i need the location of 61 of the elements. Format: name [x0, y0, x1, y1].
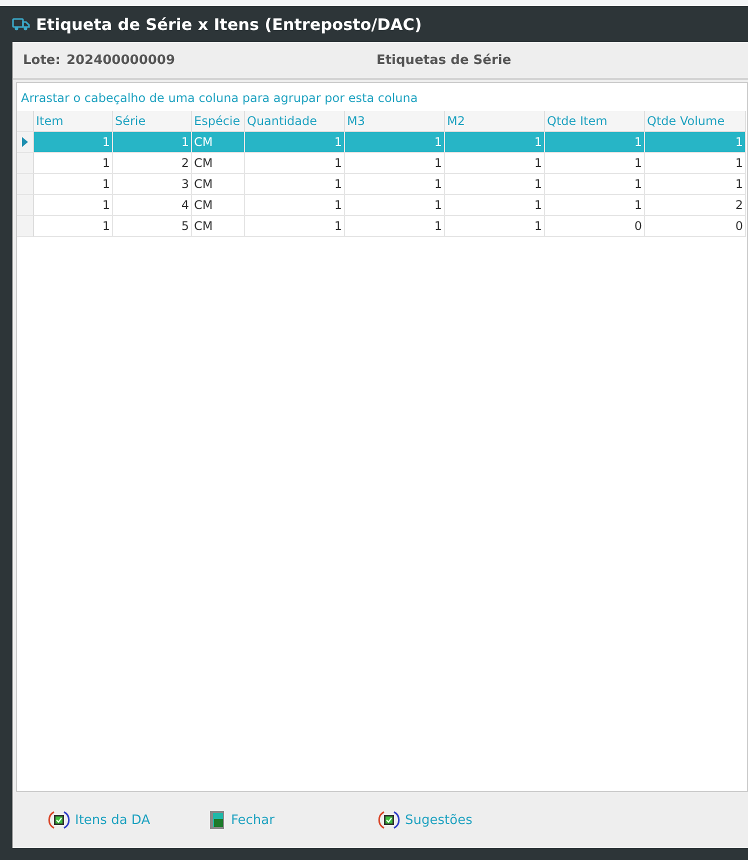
footer-button[interactable]: Sugestões	[376, 808, 496, 832]
table-cell: 1	[445, 174, 545, 195]
table-cell: 3	[113, 174, 192, 195]
table-cell: 0	[545, 216, 645, 237]
door-icon	[208, 810, 226, 830]
table-cell: 1	[345, 216, 445, 237]
column-header[interactable]: Qtde Volume	[645, 111, 746, 132]
truck-icon	[12, 17, 30, 31]
column-header[interactable]: M3	[345, 111, 445, 132]
table-cell: 2	[113, 153, 192, 174]
column-header[interactable]: Série	[113, 111, 192, 132]
table-cell: CM	[192, 216, 245, 237]
lot-label: Lote:	[23, 52, 60, 68]
refresh-checkbox-icon	[48, 810, 70, 830]
column-header[interactable]: M2	[445, 111, 545, 132]
table-cell: 1	[445, 132, 545, 153]
table-cell: 1	[245, 132, 345, 153]
table-cell: 2	[645, 195, 746, 216]
table-cell: 1	[345, 153, 445, 174]
table-cell: 1	[545, 153, 645, 174]
table-cell: 1	[545, 174, 645, 195]
table-cell: CM	[192, 174, 245, 195]
table-cell: 1	[445, 195, 545, 216]
table-cell: 1	[345, 132, 445, 153]
column-header[interactable]: Qtde Item	[545, 111, 645, 132]
table-cell: 1	[113, 132, 192, 153]
table-cell: 1	[34, 174, 113, 195]
table-cell: 1	[245, 195, 345, 216]
table-cell: 1	[34, 195, 113, 216]
table-cell: 1	[345, 174, 445, 195]
table-cell: CM	[192, 132, 245, 153]
table-cell: CM	[192, 195, 245, 216]
section-title: Etiquetas de Série	[376, 52, 512, 68]
table-cell: 4	[113, 195, 192, 216]
group-hint: Arrastar o cabeçalho de uma coluna para agrupar por esta coluna	[20, 90, 419, 107]
table-cell: 1	[34, 153, 113, 174]
table-cell: 1	[245, 153, 345, 174]
window-title: Etiqueta de Série x Itens (Entreposto/DAC)	[36, 14, 422, 34]
row-selector[interactable]	[17, 132, 34, 153]
column-header[interactable]: Item	[34, 111, 113, 132]
table-cell: 1	[445, 216, 545, 237]
refresh-checkbox-icon	[378, 810, 400, 830]
table-cell: 1	[34, 132, 113, 153]
lot-value: 202400000009	[66, 52, 176, 68]
footer-button[interactable]: Itens da DA	[46, 808, 206, 832]
table-cell: 1	[545, 132, 645, 153]
table-cell: 0	[645, 216, 746, 237]
table-cell: 1	[545, 195, 645, 216]
table-cell: 1	[34, 216, 113, 237]
table-cell: CM	[192, 153, 245, 174]
table-cell: 1	[245, 174, 345, 195]
table-cell: 1	[345, 195, 445, 216]
column-header[interactable]: Quantidade	[245, 111, 345, 132]
table-cell: 1	[645, 132, 746, 153]
table-cell: 1	[245, 216, 345, 237]
table-cell: 1	[645, 174, 746, 195]
table-cell: 1	[445, 153, 545, 174]
table-cell: 5	[113, 216, 192, 237]
table-cell: 1	[645, 153, 746, 174]
column-header[interactable]: Espécie	[192, 111, 245, 132]
footer-button[interactable]: Fechar	[206, 808, 376, 832]
